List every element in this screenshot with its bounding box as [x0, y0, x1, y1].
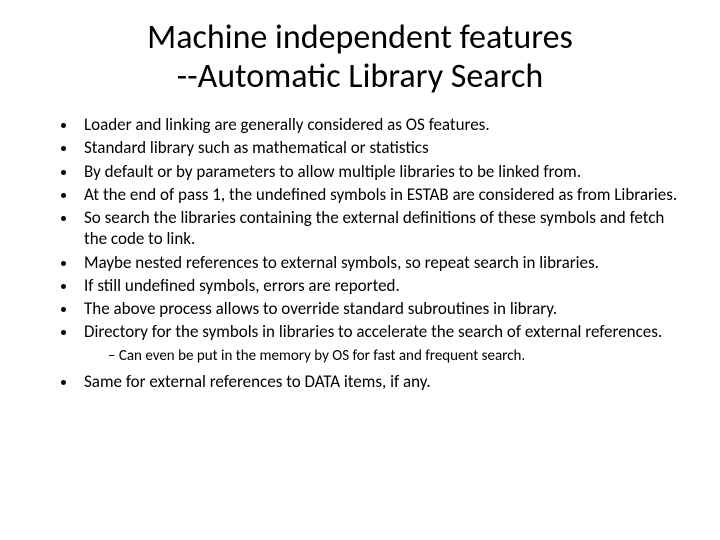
- list-item: By default or by parameters to allow mul…: [78, 161, 684, 182]
- bullet-list: Loader and linking are generally conside…: [36, 114, 684, 393]
- list-item: At the end of pass 1, the undefined symb…: [78, 184, 684, 205]
- list-item: The above process allows to override sta…: [78, 298, 684, 319]
- title-line-1: Machine independent features: [147, 17, 573, 58]
- list-item-text: Directory for the symbols in libraries t…: [84, 321, 662, 342]
- sub-list-item: Can even be put in the memory by OS for …: [108, 347, 684, 366]
- title-line-2: --Automatic Library Search: [177, 56, 543, 97]
- slide: Machine independent features --Automatic…: [0, 0, 720, 540]
- sub-bullet-list: Can even be put in the memory by OS for …: [84, 347, 684, 366]
- list-item: Directory for the symbols in libraries t…: [78, 321, 684, 365]
- list-item: Standard library such as mathematical or…: [78, 137, 684, 158]
- list-item: If still undefined symbols, errors are r…: [78, 275, 684, 296]
- slide-title: Machine independent features --Automatic…: [36, 18, 684, 96]
- list-item: Maybe nested references to external symb…: [78, 252, 684, 273]
- list-item: Same for external references to DATA ite…: [78, 371, 684, 392]
- list-item: So search the libraries containing the e…: [78, 207, 684, 250]
- list-item: Loader and linking are generally conside…: [78, 114, 684, 135]
